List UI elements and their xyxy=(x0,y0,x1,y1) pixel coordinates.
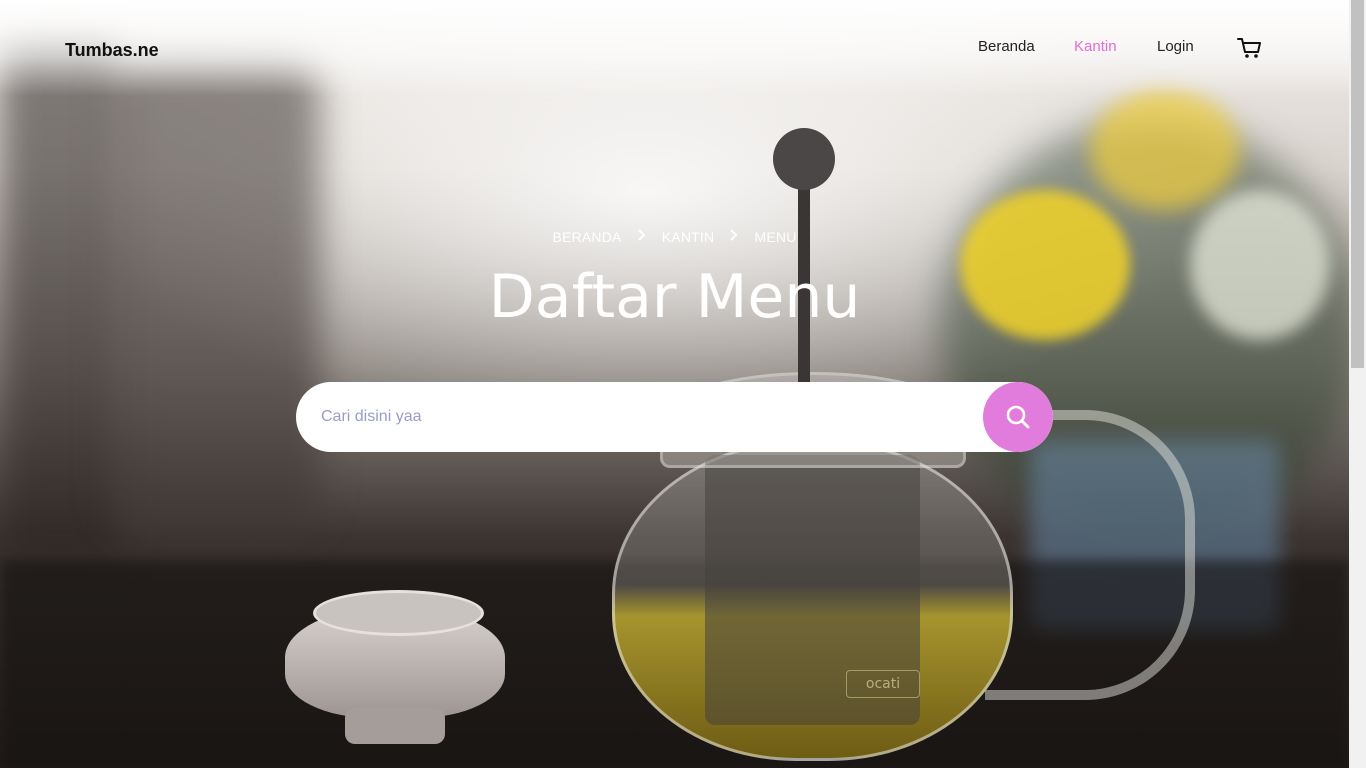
breadcrumb-item-beranda[interactable]: BERANDA xyxy=(552,229,621,245)
search-input[interactable] xyxy=(296,382,981,452)
nav-item-login[interactable]: Login xyxy=(1157,38,1194,60)
yellow-rose xyxy=(1090,90,1240,210)
page-scrollbar-thumb[interactable] xyxy=(1351,0,1364,368)
tea-cup xyxy=(285,590,505,750)
brand-logo[interactable]: Tumbas.ne xyxy=(65,40,159,61)
teapot-knob xyxy=(773,128,835,190)
search-button[interactable] xyxy=(983,382,1053,452)
cart-icon[interactable] xyxy=(1237,37,1262,59)
search-icon xyxy=(1006,405,1030,429)
teapot-brand-mark: ocati xyxy=(846,670,920,698)
page-title: Daftar Menu xyxy=(488,262,861,332)
breadcrumb-item-menu: MENU xyxy=(754,229,797,246)
breadcrumb: BERANDA KANTIN MENU xyxy=(0,228,1349,245)
nav-item-kantin[interactable]: Kantin xyxy=(1074,38,1117,60)
nav-item-beranda[interactable]: Beranda xyxy=(978,38,1035,60)
search-bar xyxy=(296,382,1053,452)
breadcrumb-item-kantin[interactable]: KANTIN xyxy=(662,229,715,245)
top-navbar: Tumbas.ne Beranda Kantin Login xyxy=(0,0,1349,96)
chevron-right-icon xyxy=(637,229,646,241)
tea-cup-rim xyxy=(313,590,484,636)
tea-cup-foot xyxy=(345,708,445,744)
teapot-handle xyxy=(985,410,1195,700)
chevron-right-icon xyxy=(730,229,738,241)
